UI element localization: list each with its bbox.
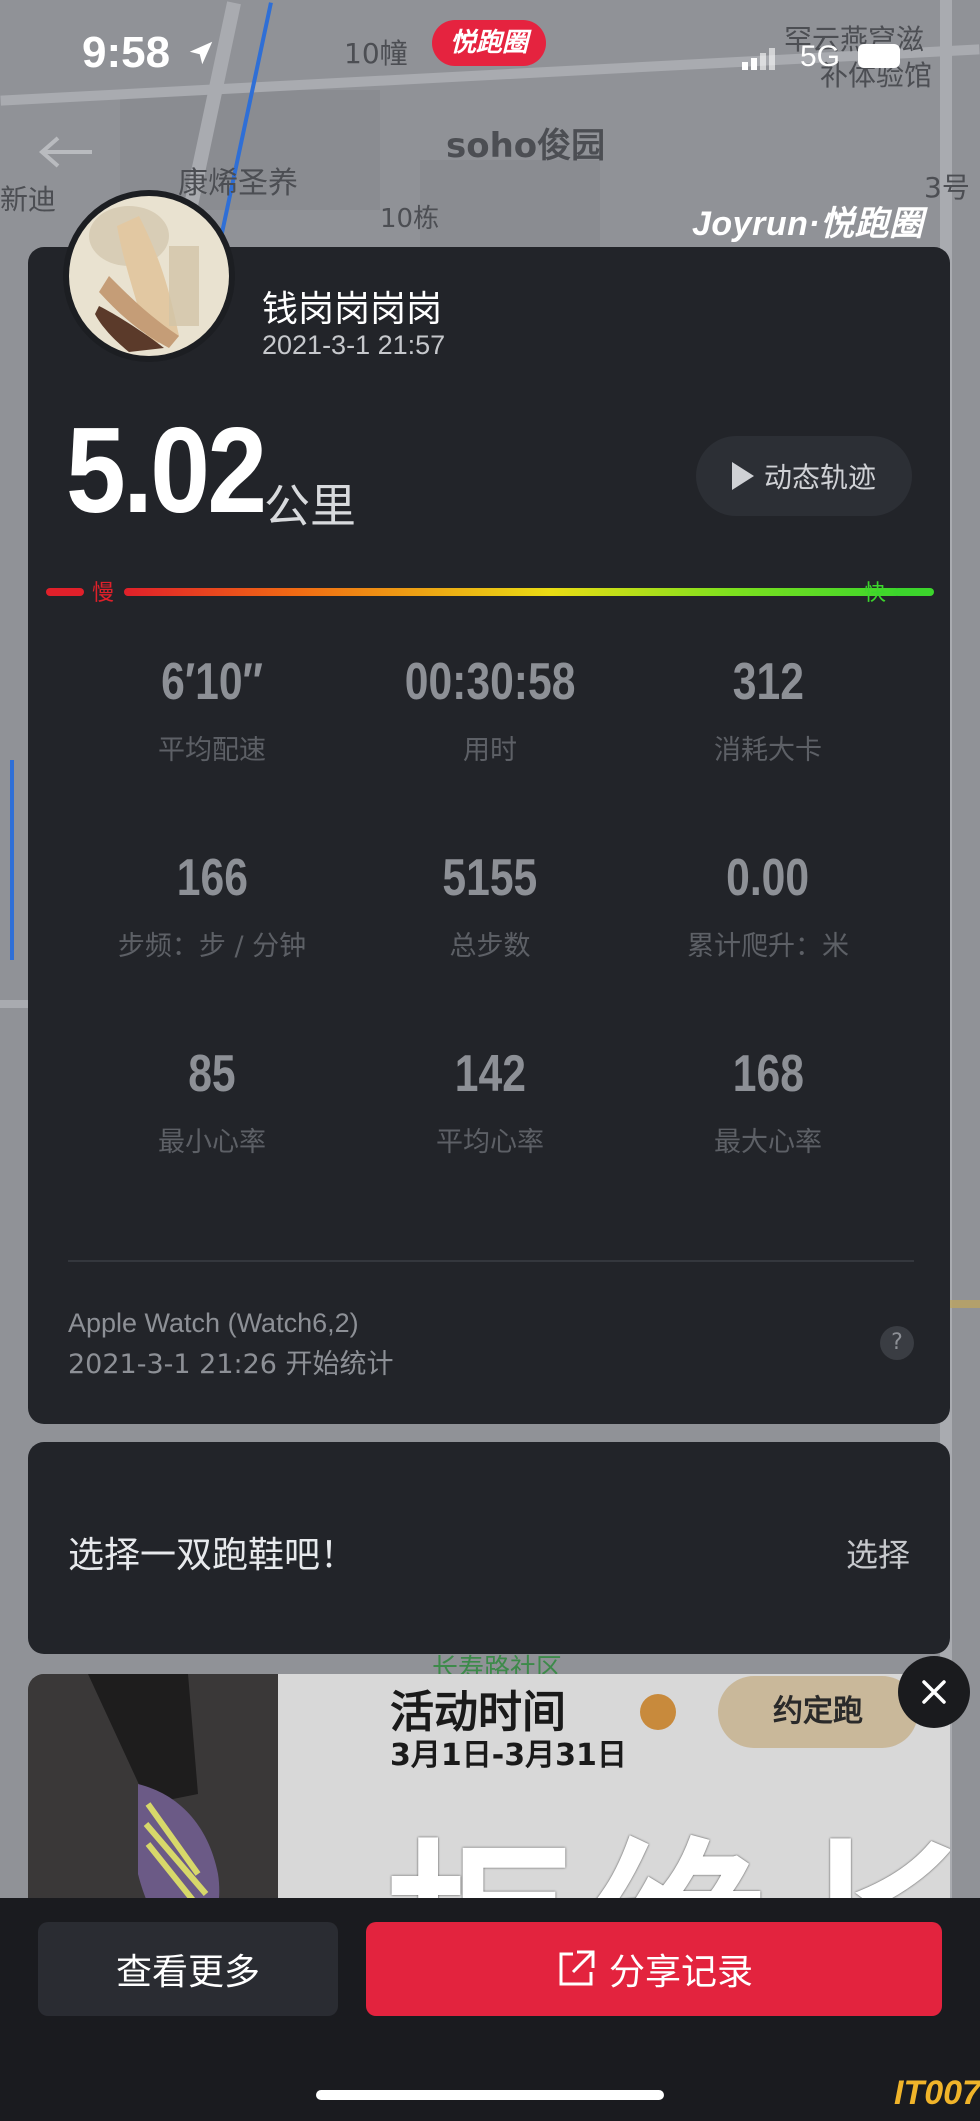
stat-label: 总步数 [449,931,531,962]
stat-value: 312 [732,653,804,711]
map-road [0,1000,28,1008]
app-badge: 悦跑圈 [432,20,546,66]
home-indicator[interactable] [316,2090,664,2100]
stat-total-steps: 5155 总步数 [360,848,620,963]
stat-duration: 00:30:58 用时 [360,652,620,767]
route-replay-label: 动态轨迹 [763,461,876,494]
view-more-button[interactable]: 查看更多 [38,1922,338,2016]
stat-value: 00:30:58 [404,653,576,711]
distance-unit: 公里 [264,479,356,533]
pace-bar-slow-segment [46,588,84,596]
stat-label: 平均配速 [158,735,266,766]
stat-label: 消耗大卡 [714,735,822,766]
map-block [420,160,600,250]
stat-label: 用时 [463,735,517,766]
stat-cadence: 166 步频：步 / 分钟 [82,848,342,963]
stat-value: 166 [176,849,248,907]
share-record-button[interactable]: 分享记录 [366,1922,942,2016]
stat-label: 最小心率 [158,1127,266,1158]
help-icon[interactable]: ? [880,1326,914,1360]
joyrun-logo: Joyrun·悦跑圈 [692,205,924,243]
status-bar: 9:58 悦跑圈 5G [0,0,980,120]
location-arrow-icon [189,41,213,65]
stat-label: 最大心率 [714,1127,822,1158]
divider [68,1260,914,1262]
map-label: soho俊园 [446,126,606,166]
map-label: 新迪 [0,183,57,216]
back-arrow-icon[interactable] [36,132,96,172]
shoe-select-link[interactable]: 选择 [846,1530,910,1576]
banner-dates: 3月1日-3月31日 [390,1738,627,1773]
share-icon [559,1950,595,1986]
play-icon [731,462,754,490]
bottom-action-bar: 查看更多 分享记录 [0,1898,980,2121]
status-time: 9:58 [82,28,171,77]
network-type: 5G [800,40,841,73]
pace-bar-gradient [124,588,900,596]
pace-color-bar [46,584,934,598]
map-label: 10栋 [380,204,440,234]
stat-calories: 312 消耗大卡 [638,652,898,767]
avatar-photo [69,196,229,356]
stat-value: 142 [454,1045,526,1103]
banner-decoration [640,1694,676,1730]
pace-bar-fast-segment [894,588,934,596]
start-time-note: 2021-3-1 21:26 开始统计 [68,1349,394,1380]
map-label: 3号 [924,171,970,204]
run-datetime: 2021-3-1 21:57 [262,330,446,360]
stat-value: 85 [188,1045,236,1103]
shoe-select-card[interactable]: 选择一双跑鞋吧！ 选择 [28,1442,950,1654]
battery-icon [858,44,900,68]
view-more-label: 查看更多 [115,1952,260,1993]
share-record-label: 分享记录 [608,1952,753,1993]
stat-avg-heart-rate: 142 平均心率 [360,1044,620,1159]
watermark: IT007 [894,2074,980,2112]
stat-label: 步频：步 / 分钟 [117,931,307,962]
close-banner-button[interactable] [898,1656,970,1728]
stat-label: 平均心率 [436,1127,544,1158]
stat-label: 累计爬升：米 [687,931,849,962]
stat-max-heart-rate: 168 最大心率 [638,1044,898,1159]
user-name: 钱岗岗岗岗 [262,289,443,330]
pace-slow-label: 慢 [92,581,115,606]
shoe-prompt: 选择一双跑鞋吧！ [68,1535,357,1576]
map-route-line [10,760,14,960]
stat-value: 6′10″ [161,653,263,711]
route-replay-button[interactable]: 动态轨迹 [696,436,912,516]
avatar[interactable] [63,190,235,362]
map-road [950,1300,980,1308]
banner-tag: 约定跑 [718,1676,918,1748]
stat-elevation-gain: 0.00 累计爬升：米 [638,848,898,963]
stat-min-heart-rate: 85 最小心率 [82,1044,342,1159]
stat-value: 0.00 [726,849,810,907]
stat-value: 168 [732,1045,804,1103]
stat-avg-pace: 6′10″ 平均配速 [82,652,342,767]
device-name: Apple Watch (Watch6,2) [68,1308,359,1338]
distance-value: 5.02 [66,402,267,538]
map-label: 康烯圣养 [178,166,298,201]
stat-value: 5155 [442,849,538,907]
signal-icon [742,48,775,70]
close-icon [922,1680,946,1704]
pace-fast-label: 快 [864,581,887,606]
